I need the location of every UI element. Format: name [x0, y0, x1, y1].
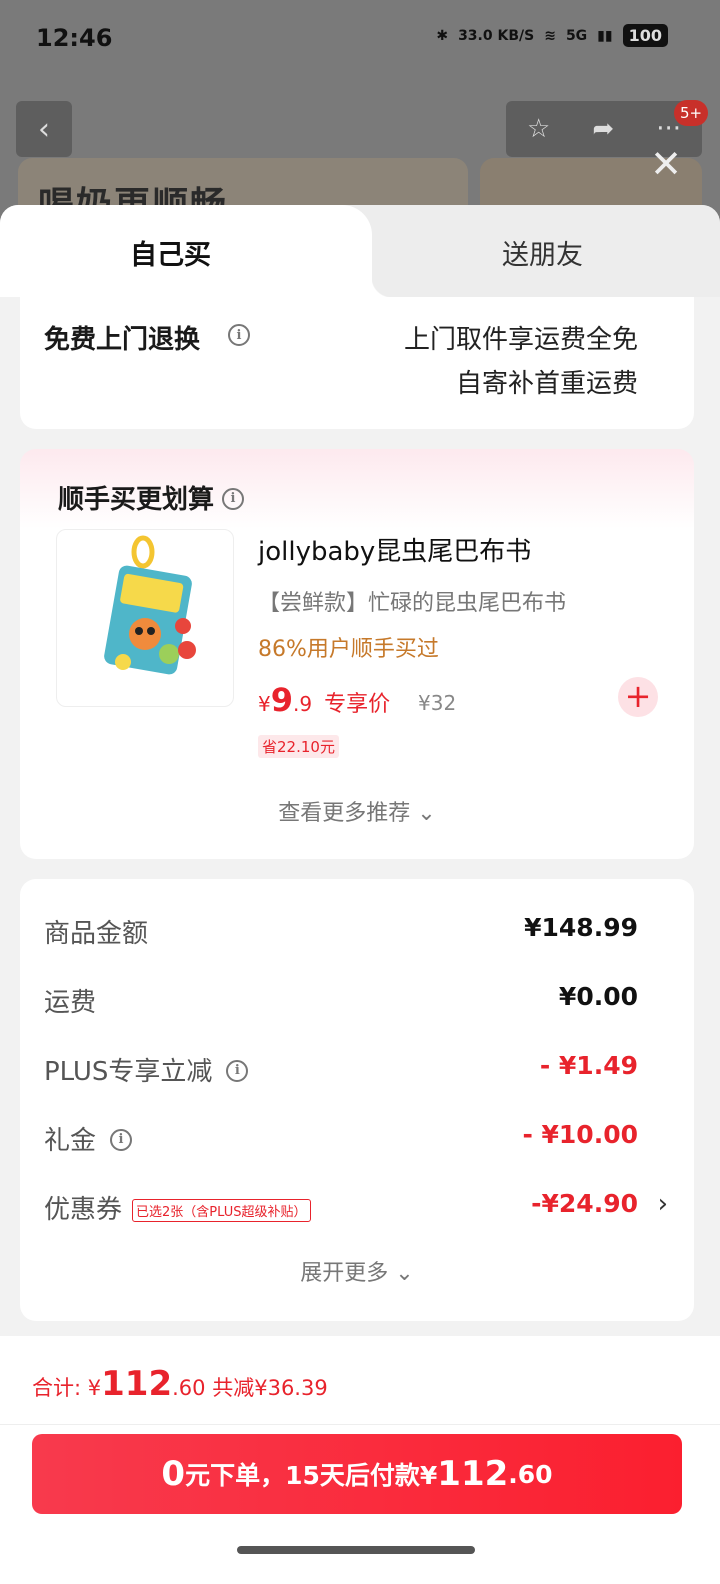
- share-icon[interactable]: ➦: [592, 114, 614, 144]
- currency-symbol: ¥: [258, 692, 271, 716]
- row-label: 礼金: [44, 1126, 97, 1156]
- row-value: - ¥1.49: [539, 1051, 638, 1080]
- add-to-order-button[interactable]: +: [618, 677, 658, 717]
- tab-self-label: 自己买: [130, 240, 211, 271]
- buyers-percent: 86%用户顺手买过: [258, 637, 439, 662]
- addon-title: 顺手买更划算 i: [58, 479, 245, 516]
- more-recommendations[interactable]: 查看更多推荐 ⌄: [20, 795, 694, 827]
- status-time: 12:46: [36, 24, 113, 52]
- divider: [0, 1424, 720, 1425]
- price-row-gift-money: 礼金 i - ¥10.00: [44, 1120, 638, 1160]
- info-icon[interactable]: i: [226, 1059, 249, 1082]
- tab-gift[interactable]: 送朋友: [372, 205, 720, 297]
- product-price: ¥9.9 专享价: [258, 681, 390, 719]
- total-label: 合计:: [32, 1376, 82, 1400]
- info-icon[interactable]: i: [110, 1128, 133, 1151]
- currency-symbol: ¥: [87, 1376, 102, 1400]
- price-row-plus: PLUS专享立减 i - ¥1.49: [44, 1051, 638, 1091]
- total-amount: 合计: ¥112.60 共减¥36.39: [32, 1364, 328, 1404]
- pay-zero: 0: [161, 1454, 186, 1494]
- chevron-down-icon: ⌄: [417, 801, 436, 826]
- total-saved: 共减¥36.39: [212, 1376, 328, 1400]
- total-int: 112: [101, 1364, 173, 1404]
- status-bar: 12:46 ✱ 33.0 KB/S ≋ 5G ▮▮ 100: [0, 0, 720, 80]
- close-icon[interactable]: ✕: [648, 145, 684, 183]
- status-icons: ✱ 33.0 KB/S ≋ 5G ▮▮ 100: [436, 24, 668, 47]
- save-tag: 省22.10元: [258, 735, 339, 758]
- return-title-text: 免费上门退换: [44, 325, 201, 355]
- addon-title-text: 顺手买更划算: [58, 485, 215, 515]
- pay-text: 元下单，15天后付款¥: [185, 1461, 438, 1490]
- price-int: 9: [270, 681, 293, 719]
- row-label: 商品金额: [44, 919, 149, 949]
- row-value: ¥148.99: [524, 913, 638, 942]
- cloth-book-illustration: [104, 535, 196, 675]
- row-value: ¥0.00: [558, 982, 638, 1011]
- chevron-right-icon: ›: [657, 1189, 668, 1219]
- return-service-card: 免费上门退换 i 上门取件享运费全免 自寄补首重运费: [20, 297, 694, 429]
- message-badge: 5+: [674, 100, 708, 126]
- home-indicator[interactable]: [237, 1546, 475, 1554]
- price-row-shipping: 运费 ¥0.00: [44, 982, 638, 1022]
- signal-icon-2: ▮▮: [597, 27, 613, 44]
- checkout-footer: 合计: ¥112.60 共减¥36.39 0 元下单，15天后付款¥ 112.60: [0, 1336, 720, 1584]
- row-value: -¥24.90: [531, 1189, 638, 1218]
- place-order-button[interactable]: 0 元下单，15天后付款¥ 112.60: [32, 1434, 682, 1514]
- total-dec: .60: [172, 1376, 206, 1400]
- tab-gift-label: 送朋友: [502, 240, 583, 271]
- product-image[interactable]: [56, 529, 234, 707]
- tabs: 自己买 送朋友: [0, 205, 720, 297]
- addon-card: 顺手买更划算 i jollybaby昆虫尾巴布书 【尝鲜款】忙碌的昆虫尾巴布书 8…: [20, 449, 694, 859]
- product-name[interactable]: jollybaby昆虫尾巴布书: [258, 531, 531, 568]
- back-icon[interactable]: ‹: [16, 101, 72, 157]
- price-row-goods: 商品金额 ¥148.99: [44, 913, 638, 953]
- row-label: 运费: [44, 988, 97, 1018]
- bluetooth-icon: ✱: [436, 27, 449, 44]
- return-title: 免费上门退换 i: [44, 319, 250, 356]
- price-dec: .9: [293, 692, 313, 716]
- net-speed: 33.0 KB/S: [458, 27, 535, 44]
- chevron-down-icon: ⌄: [395, 1261, 414, 1286]
- star-icon[interactable]: ☆: [527, 114, 550, 144]
- wifi-icon: ≋: [544, 27, 556, 44]
- return-line-1: 上门取件享运费全免: [403, 325, 638, 355]
- more-rec-label: 查看更多推荐: [278, 801, 411, 826]
- row-label: 优惠券: [44, 1195, 123, 1225]
- return-line-2: 自寄补首重运费: [455, 369, 638, 399]
- checkout-sheet: 自己买 送朋友 免费上门退换 i 上门取件享运费全免 自寄补首重运费 顺手买更划算…: [0, 205, 720, 1584]
- expand-more[interactable]: 展开更多 ⌄: [20, 1255, 694, 1287]
- product-subtitle: 【尝鲜款】忙碌的昆虫尾巴布书: [258, 591, 567, 616]
- price-breakdown-card: 商品金额 ¥148.99 运费 ¥0.00 PLUS专享立减 i - ¥1.49 …: [20, 879, 694, 1321]
- row-value: - ¥10.00: [522, 1120, 638, 1149]
- price-tag: 专享价: [324, 692, 391, 717]
- pay-int: 112: [437, 1454, 509, 1494]
- expand-label: 展开更多: [300, 1261, 389, 1286]
- price-row-coupon[interactable]: 优惠券 已选2张（含PLUS超级补贴） -¥24.90 ›: [44, 1189, 668, 1229]
- row-label: PLUS专享立减: [44, 1057, 213, 1087]
- original-price: ¥32: [418, 691, 457, 715]
- tab-self-buy[interactable]: 自己买: [0, 205, 392, 297]
- signal-icon: 5G: [565, 27, 588, 44]
- info-icon[interactable]: i: [228, 324, 250, 346]
- pay-dec: .60: [508, 1459, 553, 1489]
- info-icon[interactable]: i: [222, 487, 245, 510]
- coupon-tag: 已选2张（含PLUS超级补贴）: [132, 1199, 311, 1222]
- battery-icon: 100: [622, 24, 668, 47]
